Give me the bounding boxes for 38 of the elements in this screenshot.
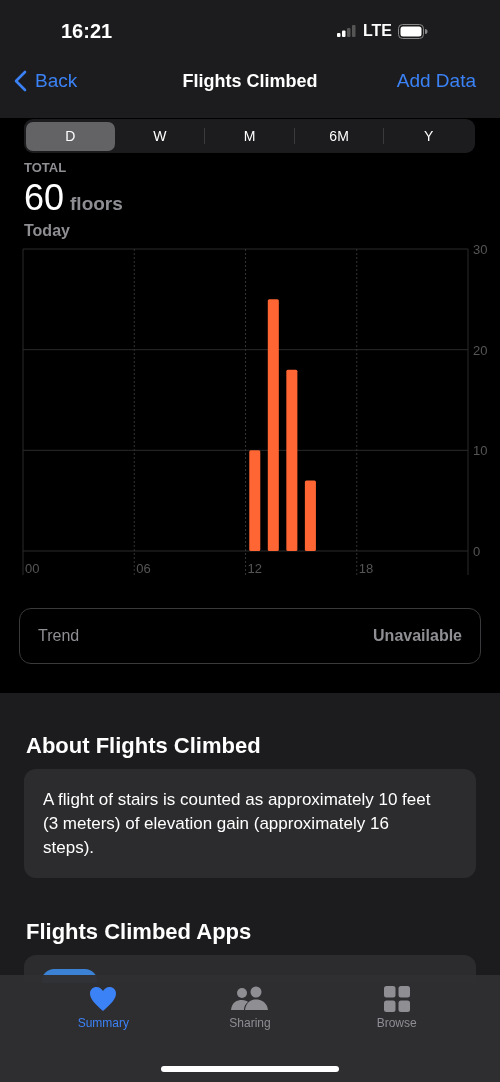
period-tab[interactable]: M	[205, 121, 294, 151]
total-unit: floors	[70, 193, 123, 215]
period-tab[interactable]: D	[26, 121, 115, 151]
trend-label: Trend	[38, 627, 80, 645]
x-axis-label: 06	[136, 561, 151, 575]
period-tab[interactable]: Y	[384, 121, 473, 151]
tab-bar-item[interactable]: Summary	[53, 985, 154, 1031]
total-value: 60	[24, 177, 65, 219]
period-tab[interactable]: W	[115, 121, 205, 151]
people-icon	[231, 986, 269, 1012]
tab-bar-item[interactable]: Sharing	[200, 985, 300, 1031]
y-axis-label: 20	[473, 342, 488, 358]
y-axis-label: 30	[473, 243, 488, 257]
tab-bar-item[interactable]: Browse	[346, 985, 447, 1031]
y-axis-label: 10	[473, 443, 488, 459]
period-tab[interactable]: 6M	[294, 121, 384, 151]
section-title: Flights Climbed Apps	[26, 919, 253, 945]
x-axis-label: 12	[247, 561, 262, 575]
trend-value: Unavailable	[373, 627, 462, 645]
grid-icon	[383, 986, 410, 1012]
chevron-icon	[14, 70, 27, 92]
period-label: Today	[24, 222, 71, 240]
battery-icon	[398, 23, 428, 39]
network-label: LTE	[362, 22, 392, 40]
heart-icon	[89, 986, 118, 1012]
section-title: About Flights Climbed	[26, 733, 262, 759]
total-label: TOTAL	[24, 160, 68, 175]
status-time: 16:21	[61, 19, 113, 43]
x-axis-label: 00	[25, 561, 40, 575]
page-title: Flights Climbed	[182, 70, 318, 92]
x-axis-label: 18	[358, 561, 374, 575]
y-axis-label: 0	[473, 544, 481, 559]
back-button[interactable]: Back	[14, 70, 78, 92]
chart-bar	[304, 480, 316, 551]
signal-icon	[336, 25, 357, 37]
description-text: A flight of stairs is counted as approximately 10 feet (3 meters) of elevation gain (approximately 16 steps).	[43, 789, 432, 859]
trend-card[interactable]: Trend Unavailable	[19, 608, 481, 664]
add-data-button[interactable]: Add Data	[396, 70, 476, 92]
